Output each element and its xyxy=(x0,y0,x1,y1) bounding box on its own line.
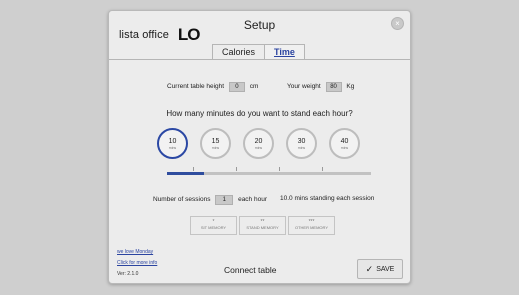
height-label: Current table height xyxy=(167,83,225,90)
window-title: Setup xyxy=(243,18,276,32)
more-info-link[interactable]: Click for more info xyxy=(117,260,157,266)
setup-window: lista office LO Setup × Calories Time Cu… xyxy=(108,10,411,284)
minutes-unit: mins xyxy=(254,145,263,150)
memory-label: STAND MEMORY xyxy=(246,225,279,230)
version-label: Ver: 2.1.0 xyxy=(117,271,139,277)
slider-tick xyxy=(322,167,323,171)
close-icon[interactable]: × xyxy=(391,17,404,30)
checkmark-icon: ✓ xyxy=(365,263,374,274)
minutes-option-20[interactable]: 20 mins xyxy=(243,128,274,159)
minutes-value: 10 xyxy=(168,137,177,145)
memory-buttons: * SIT MEMORY ** STAND MEMORY *** OTHER M… xyxy=(190,216,337,235)
slider-tick xyxy=(236,167,237,171)
minutes-option-30[interactable]: 30 mins xyxy=(286,128,317,159)
minutes-option-40[interactable]: 40 mins xyxy=(329,128,360,159)
tab-calories[interactable]: Calories xyxy=(212,44,266,60)
minutes-value: 40 xyxy=(340,137,349,145)
sessions-row: Number of sessions 1 each hour xyxy=(153,195,267,205)
slider-tick xyxy=(193,167,194,171)
slider-fill xyxy=(167,172,204,175)
other-memory-button[interactable]: *** OTHER MEMORY xyxy=(288,216,335,235)
weight-input[interactable]: 80 xyxy=(325,82,342,92)
minutes-value: 20 xyxy=(254,137,263,145)
we-love-monday-link[interactable]: we love Monday xyxy=(117,249,153,255)
sessions-label: Number of sessions xyxy=(153,196,211,203)
tab-time[interactable]: Time xyxy=(264,44,305,60)
sessions-unit: each hour xyxy=(238,196,267,203)
weight-unit: Kg xyxy=(346,83,355,90)
save-label: SAVE xyxy=(376,265,395,273)
sessions-input[interactable]: 1 xyxy=(215,195,234,205)
weight-row: Your weight 80 Kg xyxy=(287,82,354,92)
connect-table-button[interactable]: Connect table xyxy=(224,265,276,275)
weight-label: Your weight xyxy=(287,83,321,90)
height-input[interactable]: 0 xyxy=(228,82,245,92)
minutes-value: 30 xyxy=(297,137,306,145)
minutes-slider[interactable] xyxy=(167,172,371,175)
minutes-unit: mins xyxy=(297,145,306,150)
memory-label: OTHER MEMORY xyxy=(294,225,329,230)
minutes-unit: mins xyxy=(211,145,220,150)
height-row: Current table height 0 cm xyxy=(167,82,258,92)
stand-question: How many minutes do you want to stand ea… xyxy=(166,109,353,118)
minutes-option-15[interactable]: 15 mins xyxy=(200,128,231,159)
minutes-unit: mins xyxy=(168,145,177,150)
time-panel: Current table height 0 cm Your weight 80… xyxy=(109,59,410,283)
minutes-option-10[interactable]: 10 mins xyxy=(157,128,188,159)
slider-tick xyxy=(279,167,280,171)
stand-memory-button[interactable]: ** STAND MEMORY xyxy=(239,216,286,235)
height-unit: cm xyxy=(249,83,259,90)
save-button[interactable]: ✓ SAVE xyxy=(357,259,403,279)
memory-label: SIT MEMORY xyxy=(200,225,227,230)
minutes-value: 15 xyxy=(211,137,220,145)
minutes-unit: mins xyxy=(340,145,349,150)
sessions-summary: 10.0 mins standing each session xyxy=(280,195,375,202)
tab-bar: Calories Time xyxy=(212,44,305,60)
sit-memory-button[interactable]: * SIT MEMORY xyxy=(190,216,237,235)
minutes-selector: 10 mins 15 mins 20 mins 30 mins 40 mins xyxy=(157,128,372,160)
